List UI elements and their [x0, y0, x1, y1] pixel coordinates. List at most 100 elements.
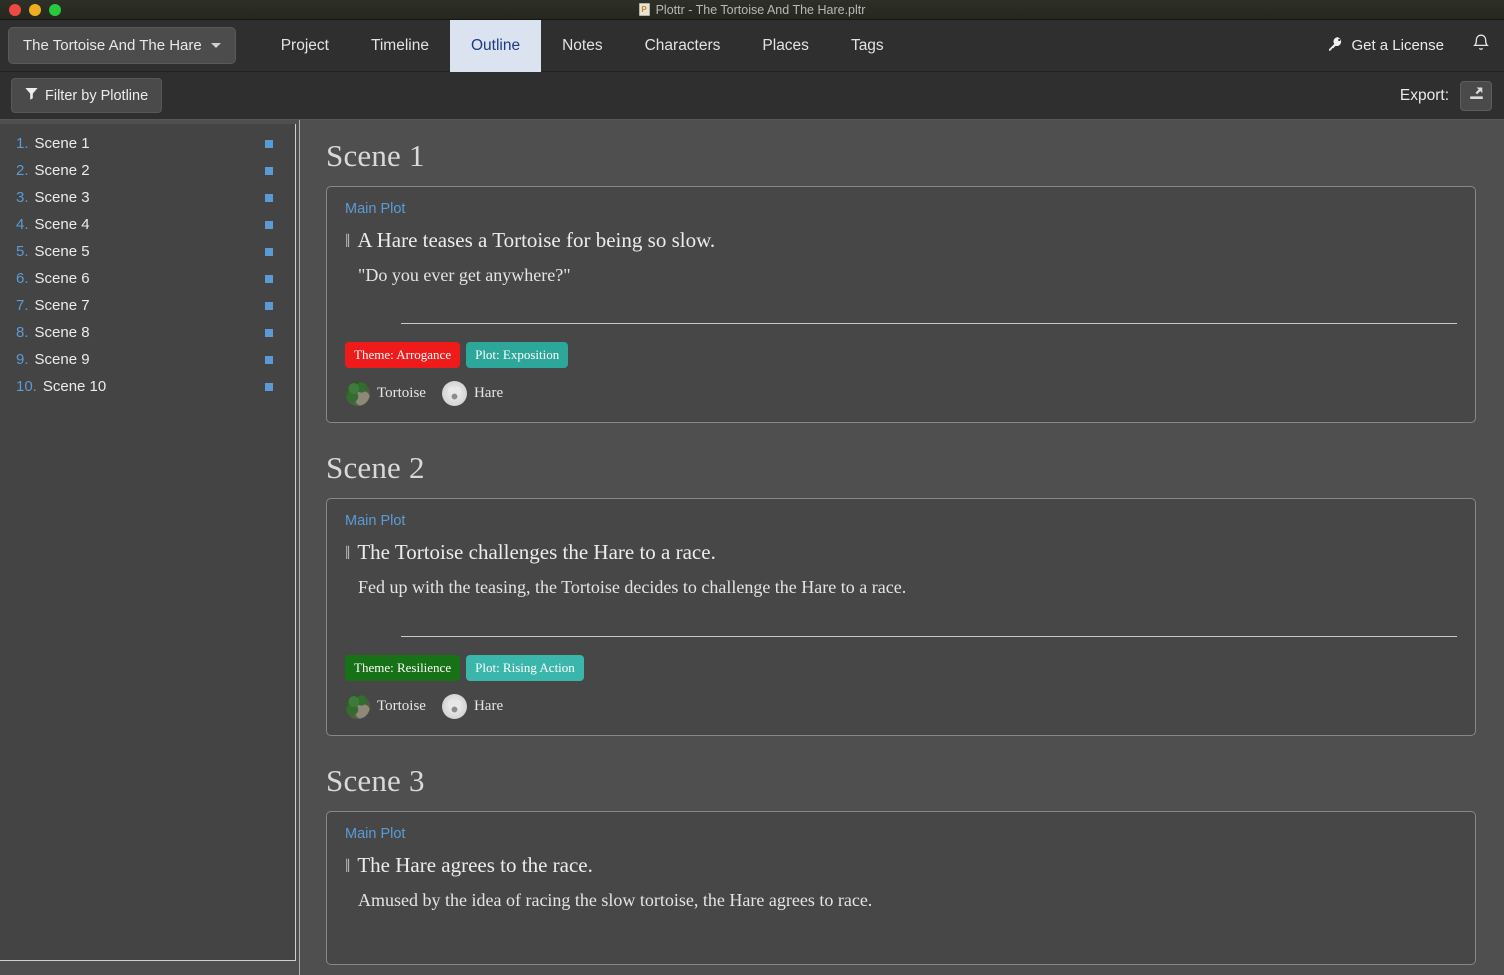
export-icon — [1468, 85, 1485, 107]
sidebar-item-number: 10. — [16, 378, 37, 395]
card-tags: Theme: Arrogance Plot: Exposition — [345, 342, 1457, 369]
card-plotline-label: Main Plot — [345, 513, 406, 530]
character-chip[interactable]: Tortoise — [345, 381, 426, 407]
card-title: The Hare agrees to the race. — [357, 852, 593, 877]
tab-notes-label: Notes — [562, 36, 603, 54]
maximize-window-button[interactable] — [49, 3, 61, 16]
plotline-color-swatch — [265, 139, 273, 148]
sidebar-item-label: Scene 7 — [34, 297, 90, 314]
scene-card[interactable]: Main Plot ‖ The Tortoise challenges the … — [326, 498, 1476, 736]
close-window-button[interactable] — [9, 3, 21, 16]
export-button[interactable] — [1460, 80, 1492, 111]
plotline-color-swatch — [265, 355, 273, 364]
card-title-row: ‖ A Hare teases a Tortoise for being so … — [345, 228, 1457, 253]
sidebar-item-scene-7[interactable]: 7. Scene 7 — [0, 292, 295, 319]
card-characters: Tortoise Hare — [345, 693, 1457, 719]
scene-list-sidebar: 1. Scene 1 2. Scene 2 3. Scene 3 4. Scen… — [0, 120, 300, 975]
minimize-window-button[interactable] — [29, 3, 41, 16]
avatar — [441, 381, 467, 407]
sidebar-item-scene-2[interactable]: 2. Scene 2 — [0, 157, 295, 184]
plotline-color-swatch — [265, 274, 273, 283]
tag-badge[interactable]: Plot: Exposition — [466, 342, 569, 369]
export-label: Export: — [1399, 86, 1449, 104]
window-titlebar: P Plottr - The Tortoise And The Hare.plt… — [0, 0, 1504, 20]
sidebar-item-number: 2. — [16, 162, 29, 179]
character-chip[interactable]: Hare — [441, 381, 503, 407]
card-description: "Do you ever get anywhere?" — [358, 265, 571, 285]
card-description: Amused by the idea of racing the slow to… — [358, 889, 873, 910]
document-icon: P — [638, 3, 650, 16]
avatar — [345, 381, 370, 407]
tag-badge[interactable]: Plot: Rising Action — [466, 654, 584, 681]
sidebar-item-label: Scene 10 — [42, 378, 107, 395]
plotline-color-swatch — [265, 247, 273, 256]
window-title-group: P Plottr - The Tortoise And The Hare.plt… — [0, 3, 1504, 17]
tab-places[interactable]: Places — [741, 20, 830, 72]
sidebar-item-scene-6[interactable]: 6. Scene 6 — [0, 265, 295, 292]
sidebar-item-label: Scene 9 — [34, 351, 90, 368]
character-chip[interactable]: Hare — [441, 693, 504, 719]
navbar-right-group: Get a License — [1328, 33, 1490, 58]
plotline-color-swatch — [265, 301, 273, 310]
sidebar-item-scene-9[interactable]: 9. Scene 9 — [0, 346, 295, 373]
card-description: Fed up with the teasing, the Tortoise de… — [358, 577, 907, 598]
window-title: Plottr - The Tortoise And The Hare.pltr — [655, 2, 866, 17]
character-chip[interactable]: Tortoise — [345, 693, 426, 719]
plotline-color-swatch — [265, 193, 273, 202]
tab-places-label: Places — [762, 36, 809, 54]
tab-timeline-label: Timeline — [370, 36, 429, 54]
filter-by-plotline-button[interactable]: Filter by Plotline — [11, 78, 163, 113]
card-title-row: ‖ The Hare agrees to the race. — [345, 853, 1457, 878]
scene-card[interactable]: Main Plot ‖ The Hare agrees to the race.… — [326, 810, 1476, 965]
tab-project[interactable]: Project — [260, 20, 350, 72]
sidebar-item-number: 3. — [16, 189, 29, 206]
tag-badge[interactable]: Theme: Resilience — [345, 654, 461, 681]
drag-handle-icon[interactable]: ‖ — [345, 231, 351, 253]
tag-badge[interactable]: Theme: Arrogance — [345, 342, 461, 369]
sidebar-item-label: Scene 1 — [34, 135, 90, 152]
tab-outline[interactable]: Outline — [449, 19, 542, 72]
scene-card[interactable]: Main Plot ‖ A Hare teases a Tortoise for… — [326, 186, 1476, 424]
get-a-license-button[interactable]: Get a License — [1328, 36, 1444, 56]
sidebar-item-number: 7. — [16, 297, 29, 314]
avatar — [345, 693, 370, 719]
card-divider — [401, 323, 1457, 325]
drag-handle-icon[interactable]: ‖ — [345, 543, 351, 565]
tab-notes[interactable]: Notes — [541, 20, 624, 72]
card-plotline-label: Main Plot — [345, 825, 406, 842]
filter-by-plotline-label: Filter by Plotline — [45, 87, 149, 104]
outline-content[interactable]: Scene 1 Main Plot ‖ A Hare teases a Tort… — [300, 120, 1504, 975]
sidebar-item-label: Scene 5 — [34, 243, 90, 260]
tab-timeline[interactable]: Timeline — [350, 20, 450, 72]
tab-outline-label: Outline — [470, 36, 521, 54]
sidebar-item-number: 8. — [16, 324, 29, 341]
card-title: A Hare teases a Tortoise for being so sl… — [357, 228, 716, 252]
project-selector-button[interactable]: The Tortoise And The Hare — [8, 27, 236, 64]
card-characters: Tortoise Hare — [345, 381, 1457, 407]
plotline-color-swatch — [265, 220, 273, 229]
sidebar-item-number: 5. — [16, 243, 29, 260]
sidebar-item-scene-3[interactable]: 3. Scene 3 — [0, 184, 295, 211]
card-divider — [401, 635, 1457, 637]
card-plotline-label: Main Plot — [345, 201, 406, 217]
sidebar-item-scene-8[interactable]: 8. Scene 8 — [0, 319, 295, 346]
page-title: Scene 1 — [326, 138, 425, 173]
notification-bell-button[interactable] — [1472, 33, 1490, 58]
chevron-down-icon — [210, 43, 221, 48]
sidebar-item-scene-10[interactable]: 10. Scene 10 — [0, 373, 295, 400]
sidebar-item-number: 4. — [16, 216, 29, 233]
sidebar-item-scene-5[interactable]: 5. Scene 5 — [0, 238, 295, 265]
key-icon — [1328, 36, 1344, 56]
sidebar-item-scene-4[interactable]: 4. Scene 4 — [0, 211, 295, 238]
character-name: Tortoise — [377, 385, 426, 402]
sidebar-item-scene-1[interactable]: 1. Scene 1 — [0, 130, 295, 157]
app-body: 1. Scene 1 2. Scene 2 3. Scene 3 4. Scen… — [0, 120, 1504, 975]
tab-characters[interactable]: Characters — [624, 20, 742, 72]
plotline-color-swatch — [265, 328, 273, 337]
drag-handle-icon[interactable]: ‖ — [345, 856, 351, 878]
tab-tags[interactable]: Tags — [830, 20, 905, 72]
card-spacer — [345, 600, 1457, 636]
character-name: Tortoise — [377, 697, 426, 714]
plotline-color-swatch — [265, 382, 273, 391]
character-name: Hare — [473, 697, 504, 714]
